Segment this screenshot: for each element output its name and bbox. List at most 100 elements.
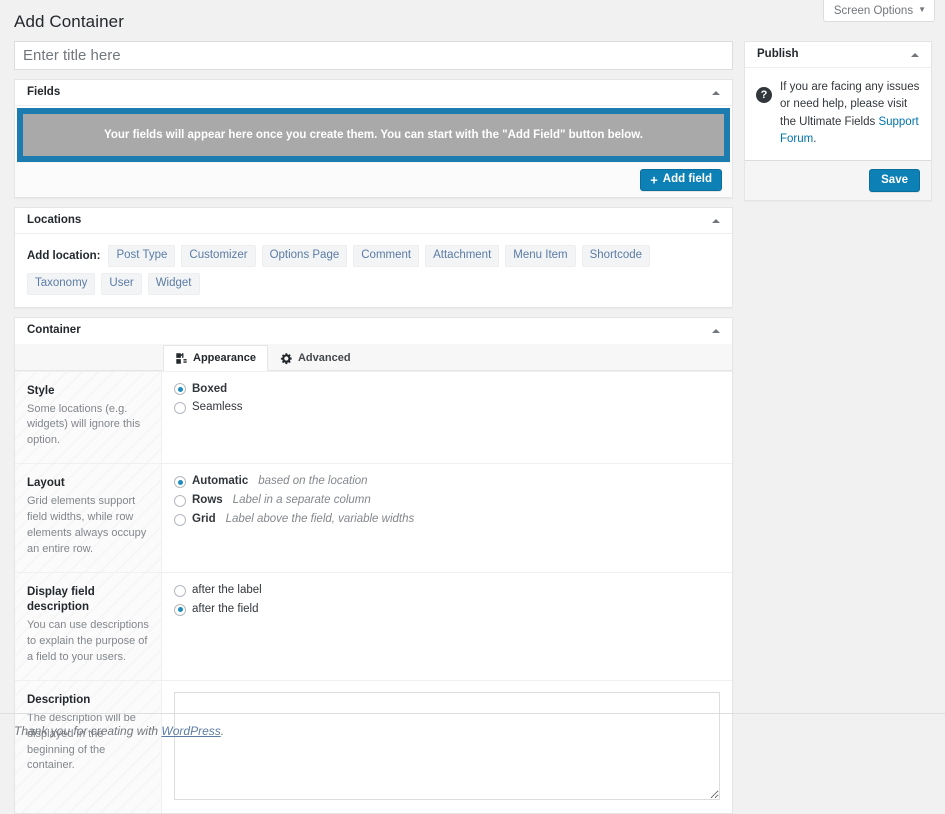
post-title-input[interactable] (14, 41, 733, 70)
tab-advanced-label: Advanced (297, 352, 351, 365)
footer-divider (0, 713, 945, 714)
caret-down-icon: ▼ (918, 4, 926, 14)
fields-postbox-footer: + Add field (15, 162, 732, 197)
publish-help-text: If you are facing any issues or need hel… (780, 79, 920, 148)
field-row-layout: Layout Grid elements support field width… (15, 463, 732, 573)
radio-style-seamless[interactable]: Seamless (174, 401, 720, 415)
radio-layout-automatic-dot[interactable] (174, 476, 186, 489)
main-column: Fields Your fields will appear here once… (14, 41, 733, 814)
fields-placeholder-wrap: Your fields will appear here once you cr… (15, 108, 732, 162)
locations-postbox-header: Locations (15, 208, 732, 234)
locations-body: Add location: Post Type Customizer Optio… (15, 234, 732, 307)
field-label-display-description: Display field description (27, 586, 95, 613)
caret-up-icon[interactable] (901, 42, 929, 68)
publish-body: ? If you are facing any issues or need h… (745, 68, 931, 160)
tab-advanced[interactable]: Advanced (268, 345, 363, 371)
screen-options-button[interactable]: Screen Options ▼ (822, 0, 935, 22)
publish-postbox-header: Publish (745, 42, 931, 68)
caret-up-icon[interactable] (702, 208, 730, 234)
field-label-layout: Layout (27, 477, 65, 490)
fields-postbox: Fields Your fields will appear here once… (14, 79, 733, 198)
field-row-display-description: Display field description You can use de… (15, 572, 732, 680)
add-field-button[interactable]: + Add field (640, 169, 722, 191)
radio-layout-rows[interactable]: Rows Label in a separate column (174, 494, 720, 508)
field-label-description: Description (27, 693, 91, 706)
fields-postbox-title: Fields (27, 85, 61, 98)
sidebar: Publish ? If you are facing any issues o… (744, 41, 932, 201)
field-row-style: Style Some locations (e.g. widgets) will… (15, 370, 732, 464)
location-chip-user[interactable]: User (101, 272, 142, 295)
field-row-description: Description The description will be disp… (15, 679, 732, 813)
wp-footer: Thank you for creating with WordPress. (14, 724, 224, 738)
tab-appearance-label: Appearance (193, 352, 256, 365)
screen-meta-bar: Screen Options ▼ (822, 0, 935, 22)
footer-text-before: Thank you for creating with (14, 724, 162, 738)
field-row-display-description-control: after the label after the field (162, 573, 732, 680)
field-row-layout-control: Automatic based on the location Rows Lab… (162, 464, 732, 572)
question-mark-icon: ? (756, 87, 772, 103)
location-chip-widget[interactable]: Widget (147, 272, 200, 295)
appearance-icon (175, 352, 188, 365)
radio-layout-automatic-hint: based on the location (258, 475, 368, 488)
radio-layout-automatic[interactable]: Automatic based on the location (174, 475, 720, 489)
field-desc-style: Some locations (e.g. widgets) will ignor… (27, 402, 141, 447)
caret-up-icon[interactable] (702, 318, 730, 344)
locations-postbox-title: Locations (27, 213, 82, 226)
field-desc-layout: Grid elements support field widths, whil… (27, 495, 147, 556)
field-desc-description: The description will be displayed in the… (27, 711, 136, 772)
publish-help-text-after: . (813, 132, 817, 145)
radio-layout-rows-hint: Label in a separate column (232, 494, 371, 507)
add-field-label: Add field (662, 173, 712, 186)
tab-appearance[interactable]: Appearance (163, 344, 268, 371)
fields-placeholder-text: Your fields will appear here once you cr… (104, 128, 643, 141)
add-location-label: Add location: (27, 249, 101, 262)
location-chip-attachment[interactable]: Attachment (425, 245, 500, 267)
field-row-display-description-label-col: Display field description You can use de… (15, 573, 162, 680)
radio-desc-after-field-text: after the field (192, 602, 259, 615)
radio-layout-rows-dot[interactable] (174, 495, 186, 508)
field-row-description-control (162, 681, 732, 813)
location-chip-shortcode[interactable]: Shortcode (581, 245, 651, 267)
publish-footer: Save (745, 160, 931, 200)
location-chip-customizer[interactable]: Customizer (181, 245, 256, 267)
location-chip-taxonomy[interactable]: Taxonomy (27, 272, 96, 295)
container-postbox: Container Appearance Advanced Style Some… (14, 316, 733, 814)
radio-layout-rows-label: Rows (192, 494, 223, 507)
container-postbox-header: Container (15, 318, 732, 344)
location-chip-options-page[interactable]: Options Page (261, 245, 348, 267)
radio-desc-after-label[interactable]: after the label (174, 584, 720, 598)
radio-desc-after-label-text: after the label (192, 584, 262, 597)
save-button[interactable]: Save (869, 169, 920, 192)
radio-style-boxed[interactable]: Boxed (174, 383, 720, 397)
screen-options-label: Screen Options (833, 4, 914, 17)
field-label-style: Style (27, 384, 55, 397)
location-chip-comment[interactable]: Comment (353, 245, 420, 267)
caret-up-icon[interactable] (702, 80, 730, 106)
container-postbox-title: Container (27, 323, 81, 336)
radio-desc-after-field[interactable]: after the field (174, 603, 720, 617)
field-desc-display-description: You can use descriptions to explain the … (27, 618, 149, 663)
plus-icon: + (650, 172, 658, 187)
field-row-style-label-col: Style Some locations (e.g. widgets) will… (15, 371, 162, 464)
radio-style-boxed-label: Boxed (192, 382, 228, 395)
locations-postbox: Locations Add location: Post Type Custom… (14, 207, 733, 308)
field-row-layout-label-col: Layout Grid elements support field width… (15, 464, 162, 573)
radio-style-seamless-label: Seamless (192, 401, 243, 414)
footer-text-after: . (220, 724, 225, 738)
publish-postbox: Publish ? If you are facing any issues o… (744, 41, 932, 201)
radio-layout-grid[interactable]: Grid Label above the field, variable wid… (174, 513, 720, 527)
radio-layout-automatic-label: Automatic (192, 475, 249, 488)
location-chip-post-type[interactable]: Post Type (108, 245, 176, 267)
fields-dropzone[interactable]: Your fields will appear here once you cr… (17, 108, 730, 162)
location-chip-menu-item[interactable]: Menu Item (505, 245, 576, 267)
wordpress-link[interactable]: WordPress (161, 724, 220, 738)
radio-desc-after-field-dot[interactable] (174, 603, 186, 616)
page-title: Add Container (14, 12, 124, 31)
radio-style-boxed-dot[interactable] (174, 383, 186, 396)
radio-layout-grid-dot[interactable] (174, 513, 186, 526)
radio-style-seamless-dot[interactable] (174, 402, 186, 415)
description-textarea[interactable] (174, 691, 720, 800)
fields-dropzone-inner: Your fields will appear here once you cr… (23, 114, 724, 156)
radio-layout-grid-hint: Label above the field, variable widths (225, 512, 415, 525)
radio-desc-after-label-dot[interactable] (174, 584, 186, 597)
